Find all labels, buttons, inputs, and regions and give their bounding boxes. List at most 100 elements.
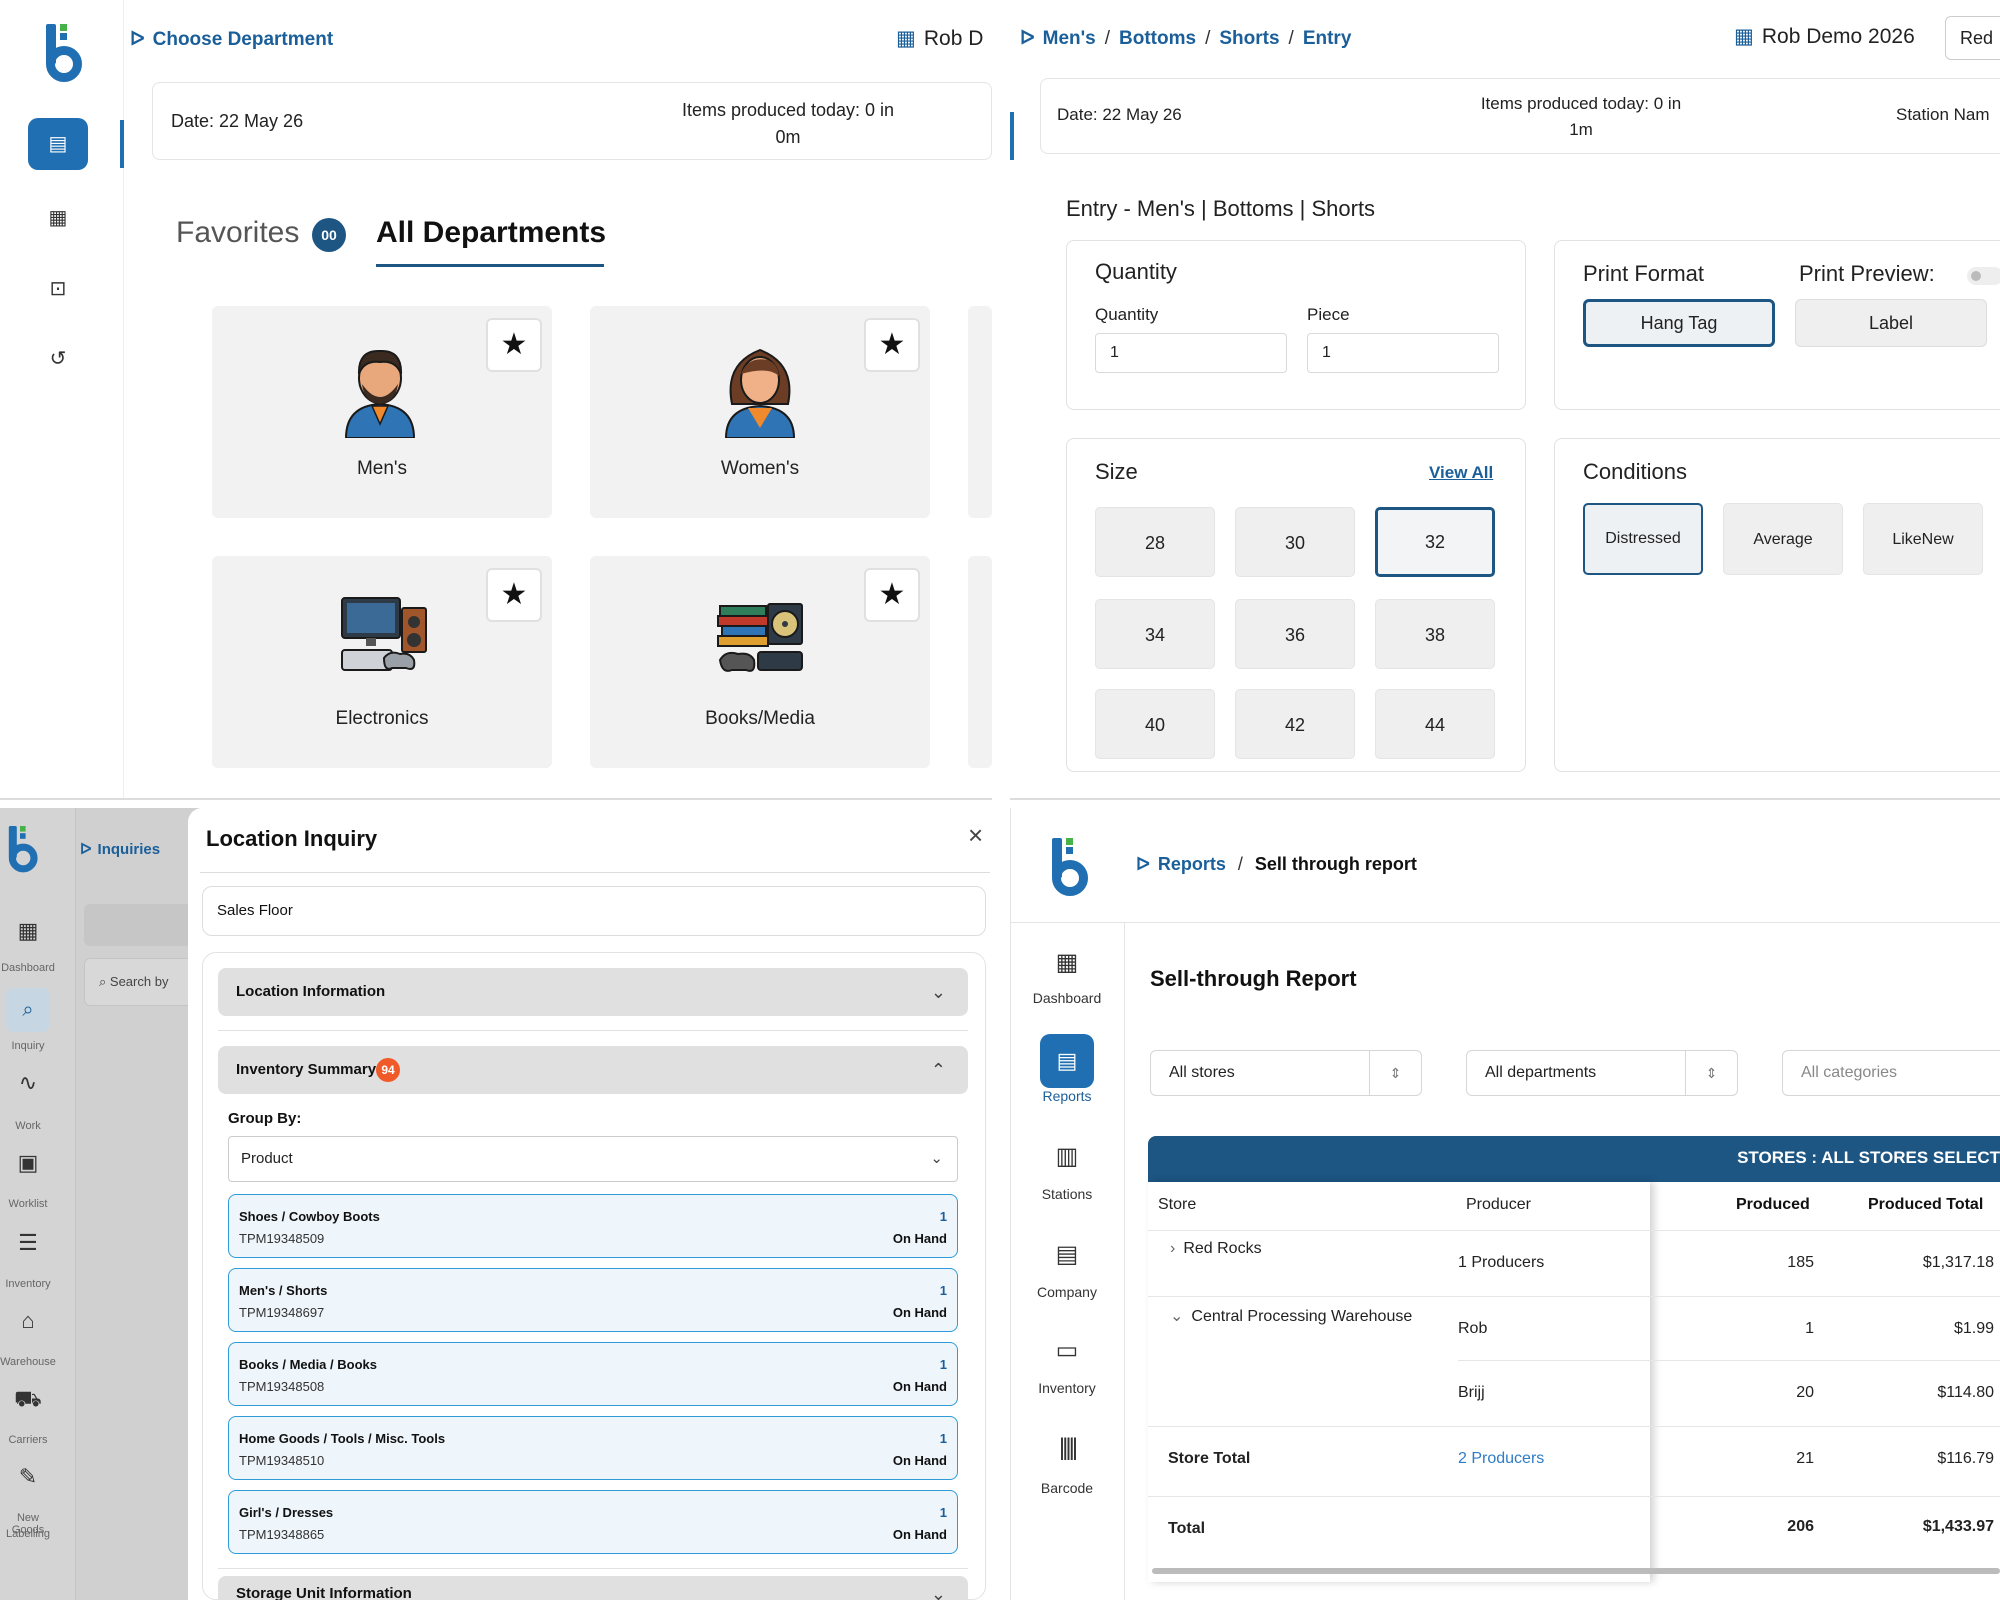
condition-option-selected[interactable]: Distressed [1583,503,1703,575]
breadcrumb-shorts[interactable]: Shorts [1219,28,1279,49]
inventory-item[interactable]: Girl's / Dresses TPM19348865 1 On Hand [228,1490,958,1554]
hang-tag-button[interactable]: Hang Tag [1583,299,1775,347]
search-icon: ⌕ [99,974,110,989]
report-title: Sell-through Report [1150,966,1357,991]
total-produced: 206 [1787,1518,1814,1535]
stores-select[interactable]: All stores ⇕ [1150,1050,1422,1096]
reports-nav-icon[interactable]: ⊡ [38,276,78,301]
departments-select[interactable]: All departments ⇕ [1466,1050,1738,1096]
tab-favorites[interactable]: Favorites [176,216,299,250]
print-panel: Print Format Print Preview: Hang Tag Lab… [1554,240,2000,410]
breadcrumb: ᐅ Reports / Sell through report [1136,854,1417,874]
breadcrumb-mens[interactable]: Men's [1043,28,1096,49]
carriers-icon[interactable]: ⛟ [0,1386,56,1415]
app-logo [40,24,90,86]
size-option-selected[interactable]: 32 [1375,507,1495,577]
tab-all-departments[interactable]: All Departments [376,216,606,250]
new-goods-icon[interactable]: ✎ [0,1464,56,1490]
breadcrumb-icon: ᐅ [130,29,145,50]
size-option[interactable]: 42 [1235,689,1355,759]
department-card-partial[interactable] [968,306,992,518]
history-nav-icon[interactable]: ↺ [38,346,78,371]
storage-unit-header[interactable]: Storage Unit Information ⌄ [218,1576,968,1600]
favorite-star-icon[interactable]: ★ [864,318,920,372]
cell-total: $1,317.18 [1922,1254,1994,1271]
size-option[interactable]: 38 [1375,599,1495,669]
status-bar: Date: 22 May 26 Items produced today: 0 … [152,82,992,160]
department-card-partial[interactable] [968,556,992,768]
inventory-icon[interactable]: ▭ [1010,1336,1124,1365]
department-card-womens[interactable]: ★ Women's [590,306,930,518]
worklist-icon[interactable]: ▣ [0,1150,56,1176]
row-divider [1458,1360,2000,1361]
inventory-icon[interactable]: ☰ [0,1230,56,1256]
dashboard-nav-icon[interactable]: ▦ [38,205,78,230]
reports-icon[interactable]: ▤ [1040,1034,1094,1088]
size-option[interactable]: 36 [1235,599,1355,669]
breadcrumb-inquiries[interactable]: Inquiries [98,841,161,858]
store-total-value: $116.79 [1937,1450,1994,1467]
size-option[interactable]: 34 [1095,599,1215,669]
group-by-select[interactable]: Product ⌄ [228,1136,958,1182]
inventory-summary-header[interactable]: Inventory Summary 94 ⌃ [218,1046,968,1094]
user-menu[interactable]: ▦ Rob D [896,26,983,51]
inventory-item[interactable]: Men's / Shorts TPM19348697 1 On Hand [228,1268,958,1332]
size-option[interactable]: 28 [1095,507,1215,577]
piece-input[interactable]: 1 [1307,333,1499,373]
sidebar-label-inventory: Inventory [5,1278,51,1290]
condition-option[interactable]: LikeNew [1863,503,1983,575]
department-card-books-media[interactable]: ★ Books/Media [590,556,930,768]
user-button[interactable]: Red [1945,16,2000,60]
location-field[interactable]: Sales Floor [202,886,986,936]
size-option[interactable]: 30 [1235,507,1355,577]
categories-select[interactable]: All categories [1782,1050,2000,1096]
breadcrumb-icon: ᐅ [1020,28,1035,49]
total-label: Total [1168,1520,1206,1537]
work-icon[interactable]: ∿ [0,1070,56,1096]
dashboard-icon[interactable]: ▦ [0,918,56,944]
warehouse-icon[interactable]: ⌂ [0,1308,56,1334]
department-card-mens[interactable]: ★ Men's [212,306,552,518]
print-format-title: Print Format [1583,261,1705,286]
stations-icon[interactable]: ▥ [1010,1142,1124,1171]
close-icon[interactable]: × [968,820,983,851]
user-menu[interactable]: ▦ Rob Demo 2026 [1734,24,1915,49]
inventory-item[interactable]: Books / Media / Books TPM19348508 1 On Hand [228,1342,958,1406]
favorite-star-icon[interactable]: ★ [486,568,542,622]
location-information-header[interactable]: Location Information ⌄ [218,968,968,1016]
search-input[interactable]: ⌕ Search by [84,958,194,1006]
company-icon[interactable]: ▤ [1010,1240,1124,1269]
table-row-store[interactable]: › Red Rocks [1170,1240,1262,1258]
department-card-electronics[interactable]: ★ Electronics [212,556,552,768]
chevron-down-icon: ⌄ [930,1150,943,1167]
inventory-item[interactable]: Shoes / Cowboy Boots TPM19348509 1 On Hand [228,1194,958,1258]
label-button[interactable]: Label [1795,299,1987,347]
quantity-input[interactable]: 1 [1095,333,1287,373]
sidebar-label-inquiry: Inquiry [11,1040,45,1052]
favorite-star-icon[interactable]: ★ [864,568,920,622]
size-option[interactable]: 40 [1095,689,1215,759]
barcode-icon[interactable]: ||||| [1010,1434,1124,1462]
size-option[interactable]: 44 [1375,689,1495,759]
view-all-link[interactable]: View All [1429,463,1493,483]
breadcrumb-reports[interactable]: Reports [1158,854,1226,874]
breadcrumb-bottoms[interactable]: Bottoms [1119,28,1196,49]
store-total-producers-link[interactable]: 2 Producers [1458,1450,1544,1468]
inquiry-icon[interactable]: ⌕ [6,988,50,1032]
choose-department-screen: ▤ ▦ ⊡ ↺ ᐅ Choose Department ▦ Rob D Date: … [0,0,992,800]
department-label: Electronics [335,708,429,729]
nav-label-reports: Reports [1042,1088,1092,1104]
catalog-nav-icon[interactable]: ▤ [28,118,88,170]
table-row-store[interactable]: ⌄ Central Processing Warehouse [1170,1306,1412,1326]
horizontal-scrollbar[interactable] [1152,1568,2000,1574]
print-preview-toggle[interactable] [1967,267,2000,285]
favorite-star-icon[interactable]: ★ [486,318,542,372]
row-divider [1148,1496,2000,1497]
condition-option[interactable]: Average [1723,503,1843,575]
dashboard-icon[interactable]: ▦ [1010,948,1124,977]
inventory-item[interactable]: Home Goods / Tools / Misc. Tools TPM19348… [228,1416,958,1480]
breadcrumb-choose-department[interactable]: Choose Department [153,29,334,50]
breadcrumb-entry[interactable]: Entry [1303,28,1352,49]
breadcrumb: ᐅ Choose Department [130,28,333,51]
breadcrumb: ᐅ Men's / Bottoms / Shorts / Entry [1020,28,1352,49]
